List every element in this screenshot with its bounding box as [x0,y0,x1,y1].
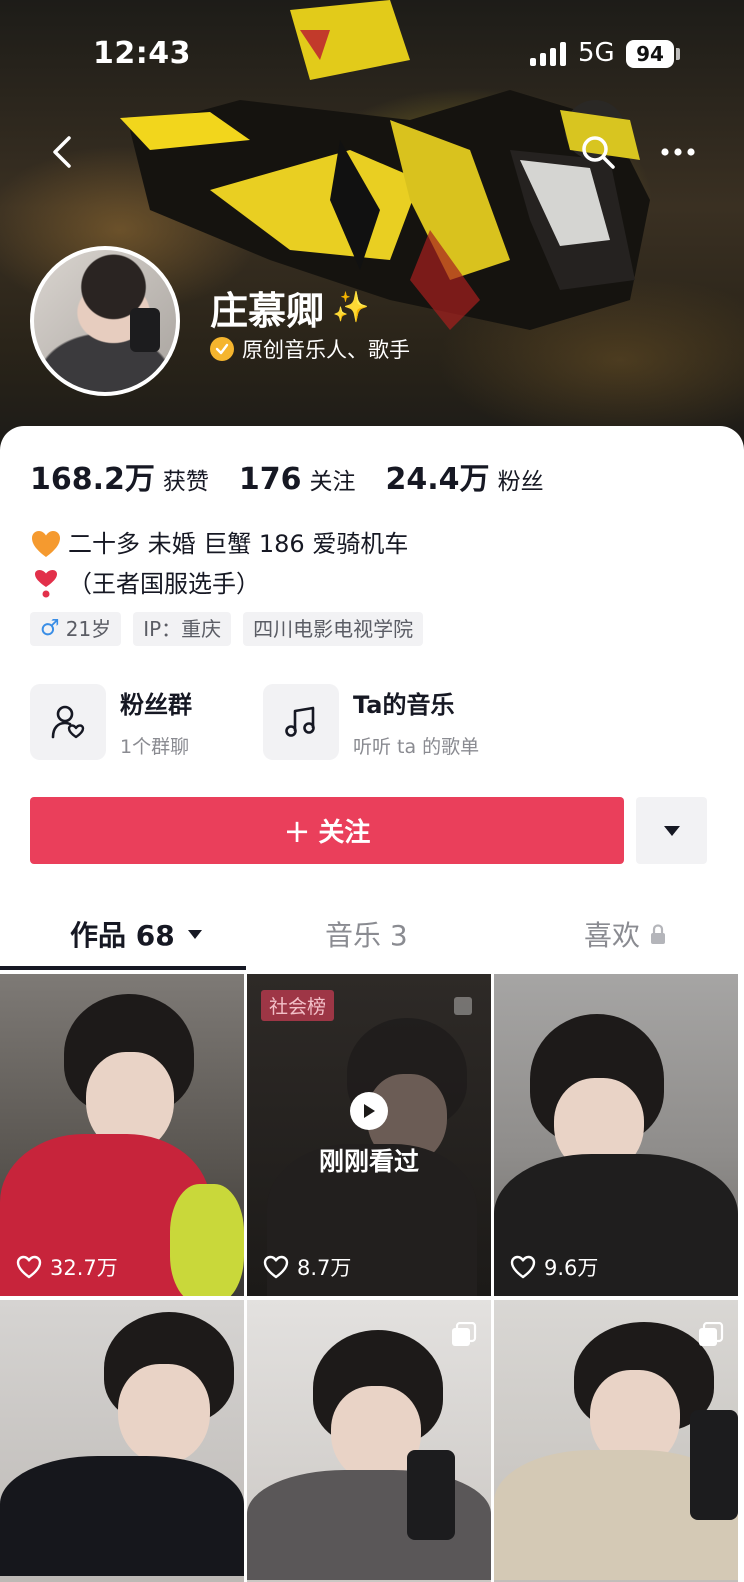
battery-tip [676,48,680,60]
recently-viewed-overlay: 刚刚看过 [247,1092,491,1178]
video-likes: 9.6万 [510,1252,598,1282]
sparkle-icon: ✨ [332,290,370,325]
profile-bio: 二十多 未婚 巨蟹 186 爱骑机车 （王者国服选手） [30,524,408,604]
bio-text: （王者国服选手） [68,570,260,598]
orange-heart-icon [30,530,62,558]
tag-school[interactable]: 四川电影电视学院 [243,612,424,646]
stat-number: 168.2万 [30,462,155,497]
avatar-phone-shape [130,308,160,352]
heart-exclamation-icon [30,569,62,599]
profile-cover: 12:43 5G 94 庄慕卿 ✨ 原创音乐人、歌手 [0,0,744,460]
play-icon [350,1092,388,1130]
thumb-glove-shape [170,1184,244,1296]
tag-age-text: 21岁 [65,617,112,641]
stat-likes[interactable]: 168.2万 获赞 [30,454,209,498]
network-type: 5G [578,38,615,68]
follow-options-button[interactable] [636,797,707,864]
likes-count: 8.7万 [297,1256,352,1280]
music-note-icon [263,684,339,760]
verified-badge-icon [210,337,234,361]
tab-label: 喜欢 [584,919,641,952]
plus-icon: + [283,811,311,850]
search-button[interactable] [574,128,622,176]
avatar[interactable] [30,246,180,396]
profile-tags: ♂ 21岁 IP：重庆 四川电影电视学院 [30,612,435,646]
video-thumbnail[interactable]: 32.7万 [0,974,244,1296]
recently-viewed-text: 刚刚看过 [318,1147,419,1176]
heart-outline-icon [510,1255,536,1279]
profile-tabs: 作品 68 音乐 3 喜欢 [0,900,744,972]
video-thumbnail[interactable]: 9.6万 [494,974,738,1296]
stat-number: 176 [238,462,302,497]
entry-subtitle: 1个群聊 [120,736,190,758]
fan-group-entry[interactable]: 粉丝群 1个群聊 [30,684,263,760]
entry-subtitle: 听听 ta 的歌单 [353,736,480,758]
multi-image-icon [451,1321,477,1352]
stat-label: 获赞 [162,469,209,495]
more-dots-icon [661,148,695,156]
triangle-down-icon [663,825,680,836]
video-likes: 32.7万 [16,1252,118,1282]
status-time: 12:43 [93,36,191,71]
heart-outline-icon [16,1255,42,1279]
video-thumbnail[interactable]: 社会榜 刚刚看过 8.7万 [247,974,491,1296]
profile-stats: 168.2万 获赞 176 关注 24.4万 粉丝 [30,454,574,498]
stat-number: 24.4万 [385,462,490,497]
entry-title: 粉丝群 [120,691,192,719]
fan-group-icon [30,684,106,760]
tab-label: 作品 68 [70,919,175,952]
video-thumbnail[interactable] [247,1300,491,1582]
verification-row: 原创音乐人、歌手 [210,334,410,364]
tab-likes[interactable]: 喜欢 [584,914,666,954]
follow-button[interactable]: + 关注 [30,797,624,864]
profile-name-row: 庄慕卿 ✨ [210,280,369,335]
profile-name: 庄慕卿 [210,289,325,333]
tag-ip: IP：重庆 [133,612,232,646]
multi-image-icon [698,1321,724,1352]
search-icon [582,136,615,169]
stat-followers[interactable]: 24.4万 粉丝 [386,454,544,498]
tab-active-indicator [0,966,246,970]
male-icon: ♂ [40,616,60,641]
video-thumbnail[interactable] [0,1300,244,1582]
thumb-phone-shape [690,1410,738,1520]
bio-text: 二十多 未婚 巨蟹 186 爱骑机车 [68,530,409,558]
chevron-left-icon [53,136,71,168]
video-likes: 8.7万 [263,1252,351,1282]
lock-icon [651,924,666,944]
battery-icon: 94 [626,40,674,68]
tab-label: 音乐 3 [325,919,408,952]
verification-text: 原创音乐人、歌手 [242,338,410,362]
more-button[interactable] [654,128,702,176]
music-entry[interactable]: Ta的音乐 听听 ta 的歌单 [263,684,496,760]
stat-following[interactable]: 176 关注 [239,462,356,497]
follow-label: 关注 [318,818,371,848]
profile-entries: 粉丝群 1个群聊 Ta的音乐 听听 ta 的歌单 [30,684,496,760]
likes-count: 32.7万 [50,1256,118,1280]
tab-works[interactable]: 作品 68 [70,914,203,954]
ranking-badge: 社会榜 [261,990,335,1021]
heart-outline-icon [263,1255,289,1279]
multi-image-icon [453,996,477,1024]
tag-gender-age: ♂ 21岁 [30,612,122,646]
bio-line: 二十多 未婚 巨蟹 186 爱骑机车 [30,524,408,564]
thumb-body-shape [0,1456,244,1576]
bio-line: （王者国服选手） [30,564,408,604]
stat-label: 粉丝 [497,469,544,495]
tab-music[interactable]: 音乐 3 [325,914,408,954]
back-button[interactable] [40,128,84,176]
video-thumbnail[interactable] [494,1300,738,1582]
thumb-face-shape [118,1364,210,1464]
caret-down-icon [187,929,202,939]
stat-label: 关注 [309,469,356,495]
signal-icon [530,42,566,66]
thumb-phone-shape [407,1450,455,1540]
likes-count: 9.6万 [544,1256,599,1280]
status-bar: 12:43 5G 94 [0,0,744,108]
entry-title: Ta的音乐 [353,691,455,719]
